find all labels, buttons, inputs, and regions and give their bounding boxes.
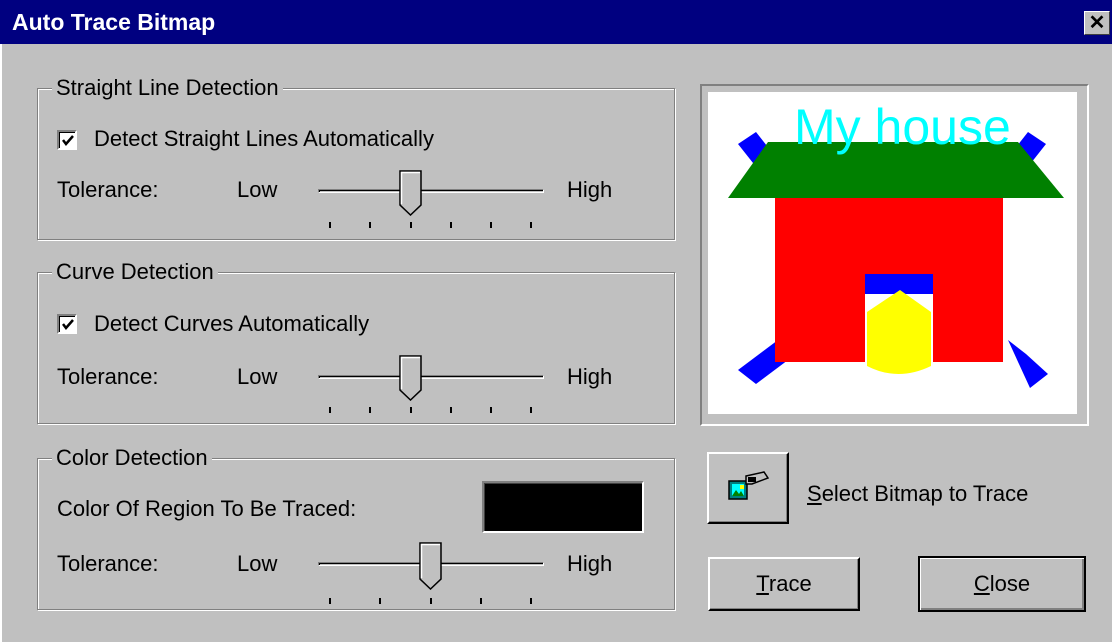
- select-bitmap-button[interactable]: [707, 452, 789, 524]
- slider-thumb[interactable]: [399, 170, 423, 216]
- straight-line-group-title: Straight Line Detection: [52, 75, 283, 101]
- curve-group-title: Curve Detection: [52, 259, 218, 285]
- preview-canvas: My house: [708, 92, 1077, 414]
- curve-low-label: Low: [237, 364, 278, 389]
- slider-thumb[interactable]: [399, 355, 423, 401]
- color-high-label: High: [567, 551, 613, 576]
- checkmark-icon: [62, 135, 74, 146]
- bitmap-preview: My house: [700, 84, 1089, 426]
- slider-tick: [369, 407, 371, 413]
- trace-button[interactable]: Trace: [708, 557, 860, 611]
- detect-curves-label[interactable]: Detect Curves Automatically: [94, 311, 369, 337]
- slider-track: [318, 375, 544, 379]
- slider-tick: [490, 407, 492, 413]
- curve-high-label: High: [567, 364, 613, 389]
- slider-tick: [480, 598, 482, 604]
- checkmark-icon: [62, 319, 74, 330]
- straight-low-label: Low: [237, 177, 278, 202]
- slider-track: [318, 189, 544, 193]
- slider-tick: [410, 407, 412, 413]
- close-window-button[interactable]: ✕: [1084, 11, 1110, 35]
- slider-tick: [430, 598, 432, 604]
- detect-straight-lines-checkbox[interactable]: [57, 130, 77, 150]
- close-button[interactable]: Close: [918, 556, 1086, 612]
- slider-tick: [329, 407, 331, 413]
- slider-tick: [329, 598, 331, 604]
- straight-tolerance-label: Tolerance:: [57, 177, 159, 202]
- straight-high-label: High: [567, 177, 613, 202]
- curve-tolerance-slider[interactable]: [318, 355, 544, 415]
- select-bitmap-label[interactable]: Select Bitmap to Trace: [807, 481, 1028, 507]
- slider-tick: [379, 598, 381, 604]
- slider-tick: [450, 407, 452, 413]
- slider-tick: [530, 598, 532, 604]
- slider-tick: [450, 222, 452, 228]
- detect-straight-lines-label[interactable]: Detect Straight Lines Automatically: [94, 126, 434, 152]
- region-color-swatch[interactable]: [482, 481, 644, 533]
- color-group-title: Color Detection: [52, 445, 212, 471]
- slider-tick: [369, 222, 371, 228]
- straight-tolerance-slider[interactable]: [318, 170, 544, 230]
- slider-tick: [410, 222, 412, 228]
- bitmap-select-icon: [728, 471, 770, 500]
- close-icon: ✕: [1088, 12, 1106, 34]
- window-title: Auto Trace Bitmap: [12, 9, 216, 35]
- window-edge: [0, 44, 2, 642]
- slider-tick: [530, 222, 532, 228]
- color-tolerance-slider[interactable]: [318, 542, 544, 604]
- slider-tick: [530, 407, 532, 413]
- detect-curves-checkbox[interactable]: [57, 314, 77, 334]
- color-tolerance-label: Tolerance:: [57, 551, 159, 576]
- slider-tick: [329, 222, 331, 228]
- preview-caption: My house: [794, 99, 1011, 155]
- color-low-label: Low: [237, 551, 278, 576]
- slider-tick: [490, 222, 492, 228]
- region-color-label: Color Of Region To Be Traced:: [57, 496, 357, 521]
- curve-tolerance-label: Tolerance:: [57, 364, 159, 389]
- slider-thumb[interactable]: [419, 542, 443, 590]
